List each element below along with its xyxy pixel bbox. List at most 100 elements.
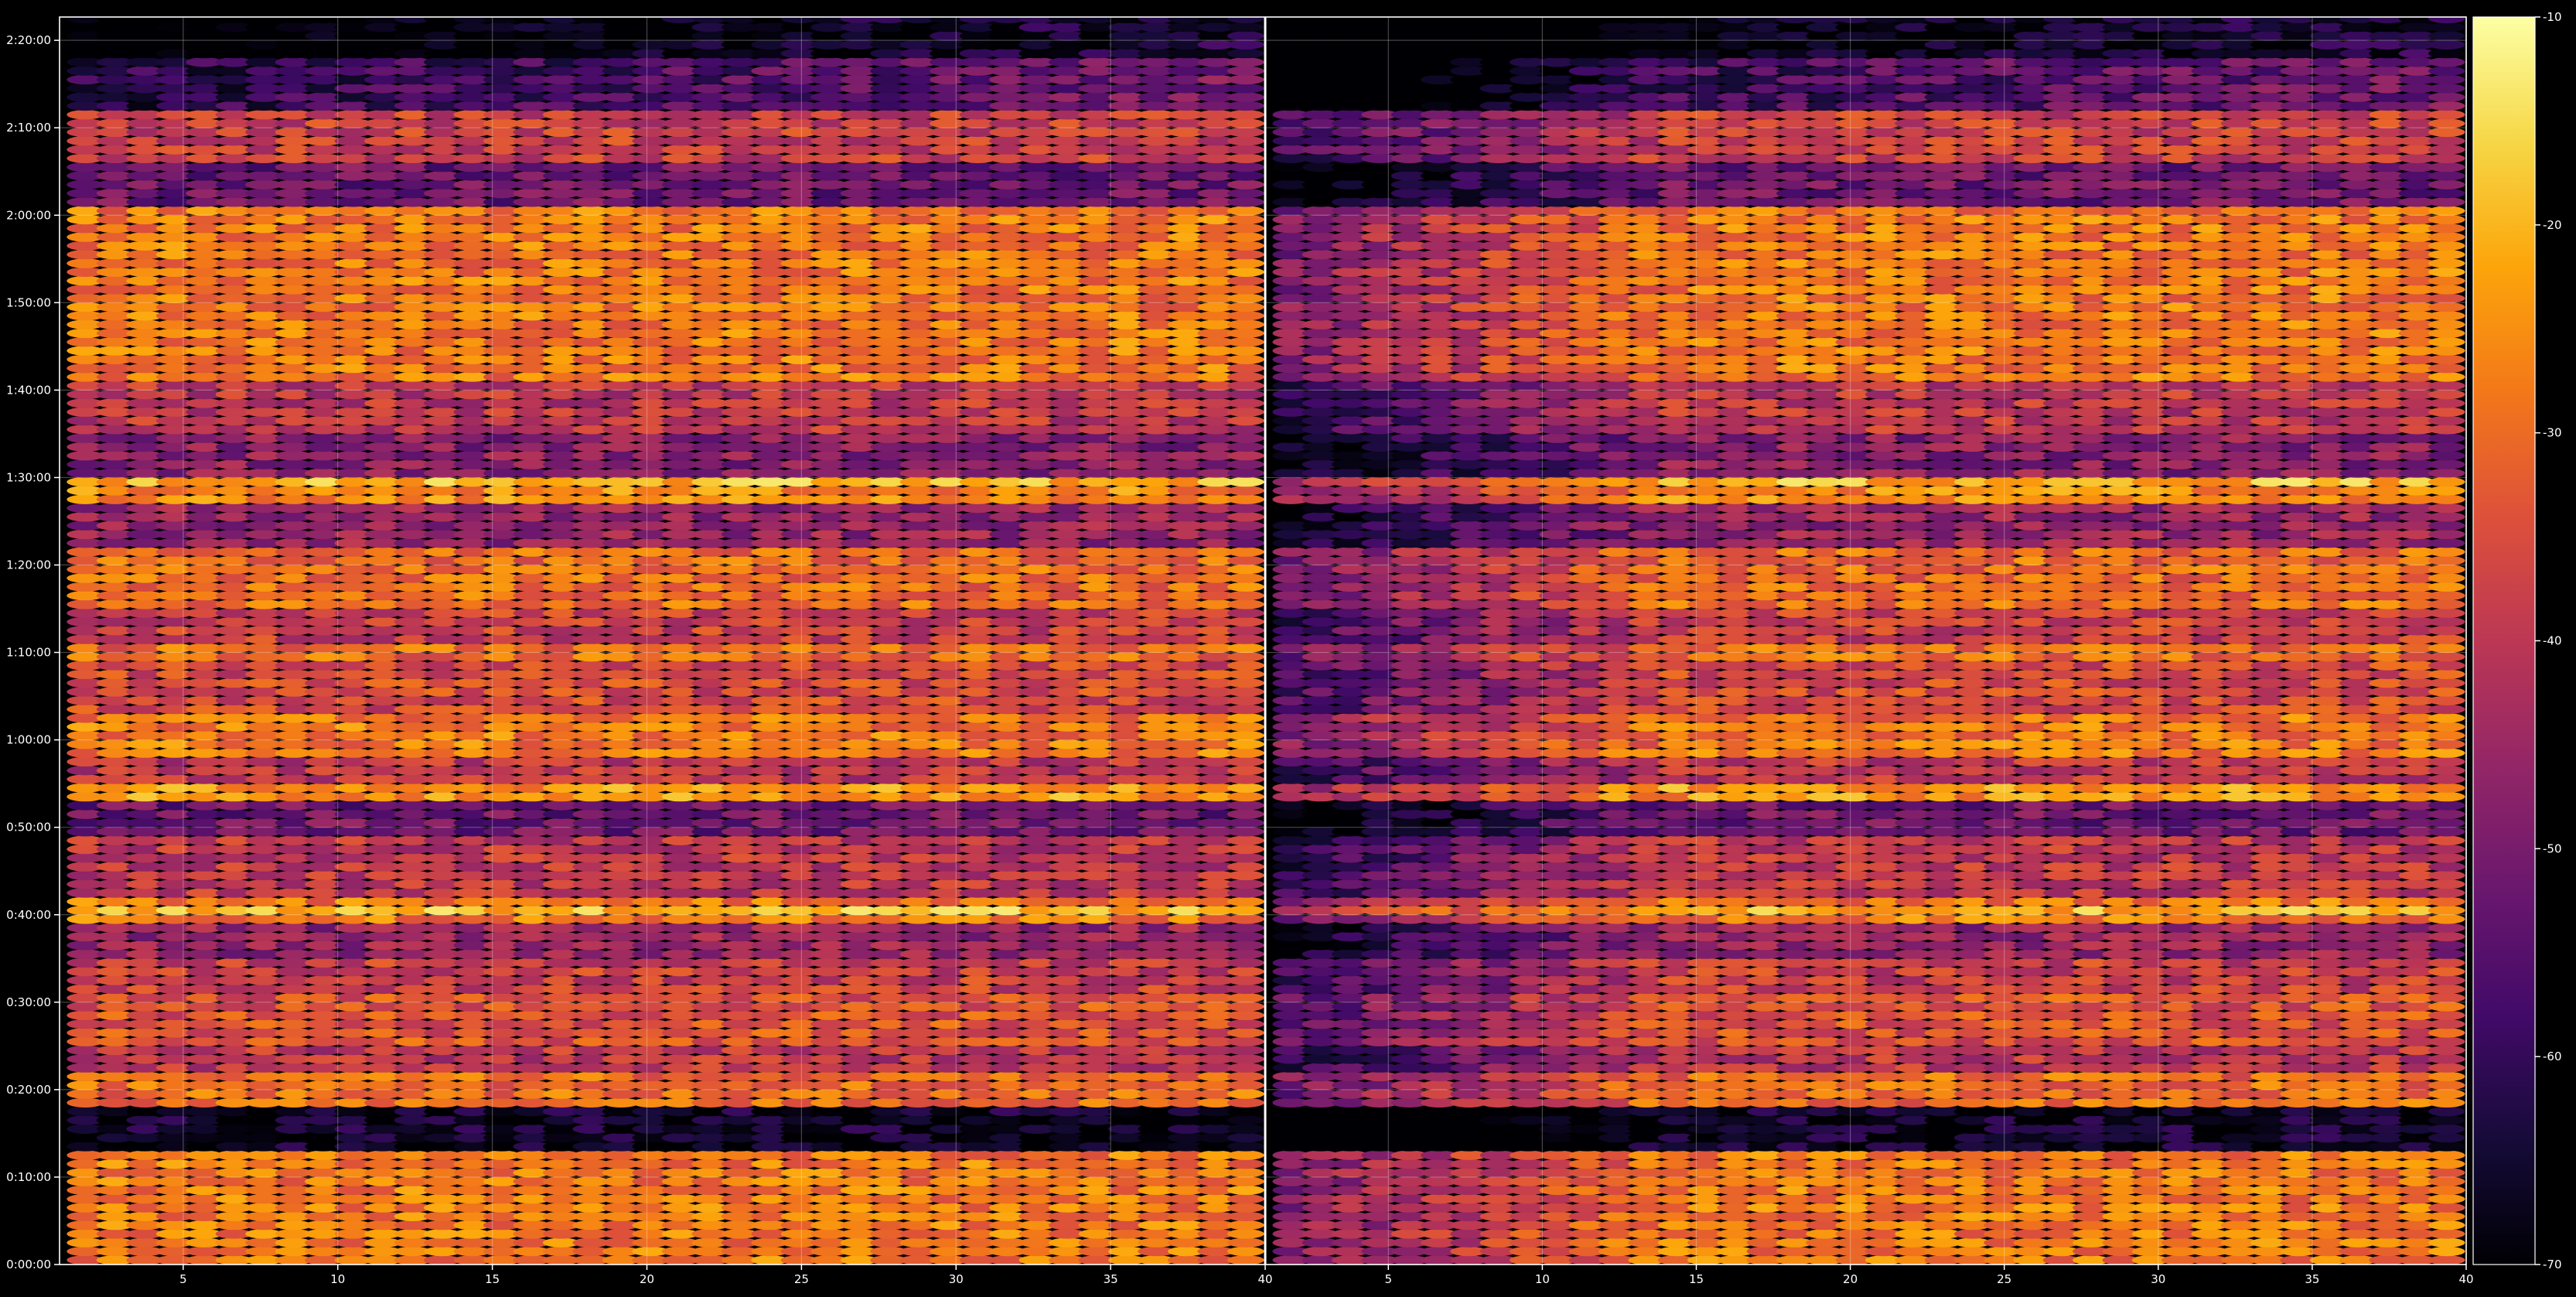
- heatmap-cell: [1227, 503, 1264, 514]
- heatmap-cell: [1227, 188, 1264, 199]
- heatmap-cell: [1227, 565, 1264, 575]
- heatmap-cell: [1227, 722, 1264, 732]
- heatmap-cell: [1227, 835, 1264, 845]
- heatmap-cell: [1227, 862, 1264, 872]
- heatmap-cell: [1227, 582, 1264, 592]
- heatmap-cell: [1227, 695, 1264, 705]
- heatmap-cell: [1227, 1097, 1264, 1108]
- heatmap-cell: [1227, 626, 1264, 636]
- heatmap-cell: [1227, 817, 1264, 828]
- heatmap-cell: [1227, 1203, 1264, 1213]
- heatmap-cell: [1227, 1124, 1264, 1135]
- heatmap-cell: [1227, 687, 1264, 697]
- heatmap-cell: [1227, 407, 1264, 417]
- heatmap-cell: [1227, 1054, 1264, 1064]
- heatmap-cell: [1227, 206, 1264, 216]
- heatmap-cell: [1227, 957, 1264, 968]
- heatmap-cell: [1227, 302, 1264, 312]
- heatmap-cell: [1227, 1010, 1264, 1021]
- heatmap-cell: [1227, 1194, 1264, 1204]
- heatmap-cell: [1227, 547, 1264, 557]
- heatmap-cell: [1227, 1229, 1264, 1239]
- spectrogram-chart: 0:00:000:10:000:20:000:30:000:40:000:50:…: [6, 10, 2561, 1286]
- heatmap-cell: [1227, 398, 1264, 408]
- heatmap-cell: [1227, 940, 1264, 951]
- heatmap-cell: [1227, 1255, 1264, 1265]
- heatmap-cell: [1227, 1159, 1264, 1169]
- heatmap-cell: [1227, 1168, 1264, 1178]
- heatmap-cell: [1227, 809, 1264, 819]
- heatmap-cell: [1227, 800, 1264, 811]
- heatmap-cell: [1227, 1142, 1264, 1152]
- heatmap-cell: [1227, 1071, 1264, 1082]
- heatmap-cell: [1227, 267, 1264, 277]
- heatmap-cell: [1227, 451, 1264, 461]
- heatmap-cell: [1227, 468, 1264, 478]
- heatmap-cell: [1227, 888, 1264, 898]
- heatmap-cell: [1227, 346, 1264, 356]
- heatmap-cell: [1227, 879, 1264, 889]
- heatmap-cell: [1227, 433, 1264, 443]
- heatmap-cell: [1227, 249, 1264, 260]
- heatmap-cell: [1227, 608, 1264, 618]
- heatmap-cell: [1227, 616, 1264, 627]
- heatmap-cell: [1227, 660, 1264, 671]
- heatmap-cell: [1227, 652, 1264, 662]
- heatmap-cell: [1227, 319, 1264, 329]
- heatmap-cell: [1227, 949, 1264, 959]
- heatmap-cell: [1227, 827, 1264, 837]
- heatmap-cell: [1227, 984, 1264, 995]
- heatmap-cell: [1227, 486, 1264, 496]
- heatmap-cell: [1227, 643, 1264, 654]
- heatmap-cell: [1227, 1211, 1264, 1222]
- heatmap-cell: [1227, 975, 1264, 985]
- heatmap-cell: [1227, 896, 1264, 907]
- heatmap-cell: [1227, 1019, 1264, 1029]
- heatmap-cell: [1227, 1176, 1264, 1186]
- heatmap-cell: [1227, 1185, 1264, 1196]
- heatmap-cell: [1227, 529, 1264, 540]
- heatmap-cell: [1227, 573, 1264, 583]
- chart-stage: 0:00:00 0:10:00 0:20:00 0:30:00 0:40:00 0:50:…: [0, 0, 2576, 1293]
- heatmap-cell: [1227, 1089, 1264, 1099]
- heatmap-cell: [1227, 389, 1264, 400]
- heatmap-cell: [1227, 634, 1264, 644]
- heatmap-cell: [1227, 905, 1264, 916]
- heatmap-cell: [1227, 783, 1264, 793]
- heatmap-cell: [1227, 285, 1264, 295]
- heatmap-cell: [1227, 967, 1264, 977]
- heatmap-cell: [1227, 730, 1264, 741]
- heatmap-cell: [1227, 494, 1264, 504]
- heatmap-cell: [1227, 931, 1264, 942]
- heatmap-cell: [1227, 1002, 1264, 1012]
- heatmap-cell: [1227, 756, 1264, 767]
- heatmap-cell: [1227, 512, 1264, 522]
- heatmap-cell: [1227, 590, 1264, 601]
- heatmap-cell: [1227, 328, 1264, 339]
- heatmap-cell: [1227, 1237, 1264, 1248]
- heatmap-cell: [1227, 870, 1264, 881]
- heatmap-cell: [1227, 442, 1264, 452]
- heatmap-cell: [1227, 258, 1264, 268]
- heatmap-cell: [1227, 555, 1264, 566]
- heatmap-cell: [1227, 923, 1264, 933]
- heatmap-cell: [1227, 748, 1264, 758]
- heatmap-cell: [1227, 1045, 1264, 1056]
- heatmap-cell: [1227, 476, 1264, 487]
- heatmap-cell: [1227, 311, 1264, 321]
- heatmap-cell: [1227, 1150, 1264, 1160]
- heatmap-cell: [1227, 224, 1264, 234]
- heatmap-cell: [1227, 1036, 1264, 1046]
- heatmap-cell: [1227, 1028, 1264, 1038]
- heatmap-cell: [1227, 459, 1264, 469]
- heatmap-cell: [1227, 844, 1264, 855]
- heatmap-cell: [1227, 363, 1264, 374]
- heatmap-cell: [1227, 713, 1264, 723]
- heatmap-cell: [1227, 1106, 1264, 1117]
- heatmap-cell: [1227, 599, 1264, 609]
- heatmap-cell: [1227, 993, 1264, 1003]
- heatmap-cell: [1227, 1132, 1264, 1143]
- heatmap-cell: [1227, 538, 1264, 548]
- heatmap-cell: [1227, 1246, 1264, 1257]
- heatmap-cell: [1227, 739, 1264, 749]
